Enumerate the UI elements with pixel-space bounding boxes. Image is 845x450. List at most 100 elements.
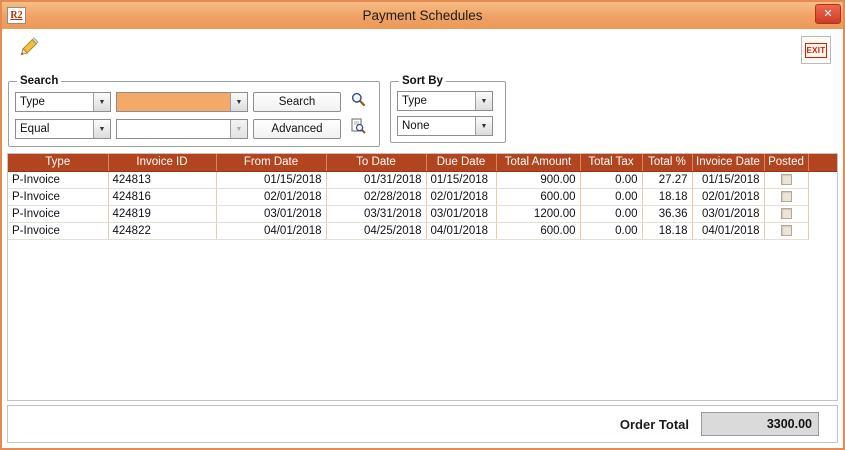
table-row[interactable]: P-Invoice 424816 02/01/2018 02/28/2018 0…: [8, 188, 837, 205]
cell-to-date: 01/31/2018: [326, 171, 426, 188]
cell-total-amount: 900.00: [496, 171, 580, 188]
cell-posted: [764, 222, 808, 239]
cell-total-amount: 600.00: [496, 188, 580, 205]
chevron-down-icon[interactable]: ▼: [230, 93, 247, 111]
search-field-combo[interactable]: Type ▼: [15, 92, 111, 112]
cell-due-date: 04/01/2018: [426, 222, 496, 239]
chevron-down-icon[interactable]: ▼: [93, 93, 110, 111]
chevron-down-icon[interactable]: ▼: [93, 120, 110, 138]
cell-total-tax: 0.00: [580, 222, 642, 239]
window-title: Payment Schedules: [2, 8, 843, 23]
advanced-search-icon-button[interactable]: [346, 118, 370, 140]
cell-invoice-date: 04/01/2018: [692, 222, 764, 239]
search-value2-input: [117, 120, 230, 138]
footer: Order Total 3300.00: [7, 405, 838, 443]
sortby-legend: Sort By: [399, 75, 446, 87]
titlebar[interactable]: R2 Payment Schedules ✕: [2, 2, 843, 29]
search-value-combo[interactable]: ▼: [116, 92, 248, 112]
cell-total-tax: 0.00: [580, 205, 642, 222]
cell-type: P-Invoice: [8, 222, 108, 239]
cell-from-date: 01/15/2018: [216, 171, 326, 188]
cell-from-date: 03/01/2018: [216, 205, 326, 222]
cell-invoice-id: 424819: [108, 205, 216, 222]
cell-type: P-Invoice: [8, 205, 108, 222]
posted-checkbox[interactable]: [781, 225, 792, 236]
cell-posted: [764, 171, 808, 188]
invoice-grid-panel: Type Invoice ID From Date To Date Due Da…: [7, 153, 838, 401]
chevron-down-icon: ▼: [230, 120, 247, 138]
advanced-search-icon: [350, 118, 367, 140]
search-icon-button[interactable]: [346, 91, 370, 113]
order-total-label: Order Total: [620, 417, 689, 432]
cell-total-amount: 600.00: [496, 222, 580, 239]
chevron-down-icon[interactable]: ▼: [475, 92, 492, 110]
column-header-type[interactable]: Type: [8, 154, 108, 171]
edit-button[interactable]: [12, 34, 44, 66]
search-icon: [350, 91, 367, 113]
exit-button[interactable]: EXIT: [801, 36, 831, 64]
cell-due-date: 01/15/2018: [426, 171, 496, 188]
cell-total-pct: 18.18: [642, 222, 692, 239]
cell-invoice-date: 03/01/2018: [692, 205, 764, 222]
posted-checkbox[interactable]: [781, 174, 792, 185]
pencil-icon: [15, 35, 41, 66]
search-operator-value: Equal: [16, 120, 93, 138]
cell-total-tax: 0.00: [580, 171, 642, 188]
cell-invoice-id: 424813: [108, 171, 216, 188]
search-field-value: Type: [16, 93, 93, 111]
search-button[interactable]: Search: [253, 92, 341, 112]
cell-due-date: 02/01/2018: [426, 188, 496, 205]
column-header-invoice-date[interactable]: Invoice Date: [692, 154, 764, 171]
cell-from-date: 04/01/2018: [216, 222, 326, 239]
cell-total-amount: 1200.00: [496, 205, 580, 222]
posted-checkbox[interactable]: [781, 208, 792, 219]
table-row[interactable]: P-Invoice 424822 04/01/2018 04/25/2018 0…: [8, 222, 837, 239]
cell-posted: [764, 188, 808, 205]
close-button[interactable]: ✕: [815, 4, 841, 24]
table-header-row: Type Invoice ID From Date To Date Due Da…: [8, 154, 837, 171]
cell-due-date: 03/01/2018: [426, 205, 496, 222]
cell-total-pct: 18.18: [642, 188, 692, 205]
search-groupbox: Search Type ▼ ▼ Search: [8, 75, 380, 147]
column-header-total-tax[interactable]: Total Tax: [580, 154, 642, 171]
search-operator-combo[interactable]: Equal ▼: [15, 119, 111, 139]
search-legend: Search: [17, 75, 61, 87]
cell-total-pct: 27.27: [642, 171, 692, 188]
sortby-groupbox: Sort By Type ▼ None ▼: [390, 75, 506, 143]
column-header-total-pct[interactable]: Total %: [642, 154, 692, 171]
sort-primary-combo[interactable]: Type ▼: [397, 91, 493, 111]
table-row[interactable]: P-Invoice 424813 01/15/2018 01/31/2018 0…: [8, 171, 837, 188]
sort-secondary-value: None: [398, 117, 475, 135]
order-total-value: 3300.00: [701, 412, 819, 436]
column-header-from-date[interactable]: From Date: [216, 154, 326, 171]
cell-total-tax: 0.00: [580, 188, 642, 205]
exit-icon: EXIT: [805, 43, 828, 58]
posted-checkbox[interactable]: [781, 191, 792, 202]
column-header-total-amount[interactable]: Total Amount: [496, 154, 580, 171]
column-header-invoice-id[interactable]: Invoice ID: [108, 154, 216, 171]
advanced-button[interactable]: Advanced: [253, 119, 341, 139]
sort-primary-value: Type: [398, 92, 475, 110]
cell-to-date: 02/28/2018: [326, 188, 426, 205]
column-header-to-date[interactable]: To Date: [326, 154, 426, 171]
cell-type: P-Invoice: [8, 171, 108, 188]
search-value2-combo[interactable]: ▼: [116, 119, 248, 139]
cell-invoice-date: 02/01/2018: [692, 188, 764, 205]
toolbar: EXIT: [2, 29, 843, 69]
sort-secondary-combo[interactable]: None ▼: [397, 116, 493, 136]
column-header-posted[interactable]: Posted: [764, 154, 808, 171]
table-row[interactable]: P-Invoice 424819 03/01/2018 03/31/2018 0…: [8, 205, 837, 222]
cell-invoice-id: 424816: [108, 188, 216, 205]
chevron-down-icon[interactable]: ▼: [475, 117, 492, 135]
filter-bar: Search Type ▼ ▼ Search: [2, 69, 843, 151]
search-value-input[interactable]: [117, 93, 230, 111]
invoice-table: Type Invoice ID From Date To Date Due Da…: [8, 154, 837, 240]
cell-total-pct: 36.36: [642, 205, 692, 222]
cell-invoice-id: 424822: [108, 222, 216, 239]
column-header-filler: [808, 154, 837, 171]
cell-to-date: 04/25/2018: [326, 222, 426, 239]
cell-invoice-date: 01/15/2018: [692, 171, 764, 188]
cell-from-date: 02/01/2018: [216, 188, 326, 205]
column-header-due-date[interactable]: Due Date: [426, 154, 496, 171]
cell-to-date: 03/31/2018: [326, 205, 426, 222]
